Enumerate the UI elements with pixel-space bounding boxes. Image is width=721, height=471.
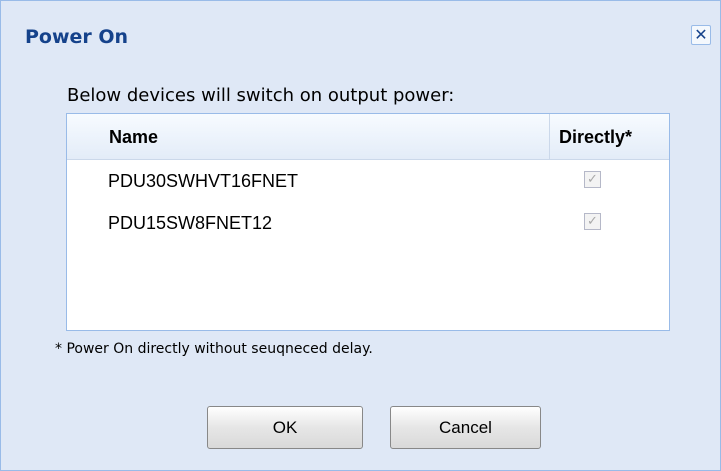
directly-checkbox: ✓ — [584, 213, 601, 230]
table-row[interactable]: PDU30SWHVT16FNET ✓ — [67, 163, 669, 199]
column-header-name[interactable]: Name — [109, 127, 158, 148]
devices-grid: Name Directly* PDU30SWHVT16FNET ✓ PDU15S… — [66, 113, 670, 331]
grid-header: Name Directly* — [67, 114, 669, 160]
device-name: PDU15SW8FNET12 — [108, 213, 273, 233]
footnote: * Power On directly without seuqneced de… — [55, 341, 373, 357]
dialog-title: Power On — [25, 26, 129, 48]
directly-checkbox: ✓ — [584, 171, 601, 188]
close-icon[interactable]: ✕ — [691, 25, 711, 45]
device-name: PDU30SWHVT16FNET — [108, 171, 299, 191]
column-header-directly[interactable]: Directly* — [559, 127, 632, 148]
power-on-dialog: Power On ✕ Below devices will switch on … — [0, 0, 721, 471]
dialog-description: Below devices will switch on output powe… — [67, 85, 455, 106]
column-divider — [549, 114, 550, 159]
ok-button[interactable]: OK — [207, 406, 363, 449]
table-row[interactable]: PDU15SW8FNET12 ✓ — [67, 205, 669, 241]
cancel-button[interactable]: Cancel — [390, 406, 541, 449]
